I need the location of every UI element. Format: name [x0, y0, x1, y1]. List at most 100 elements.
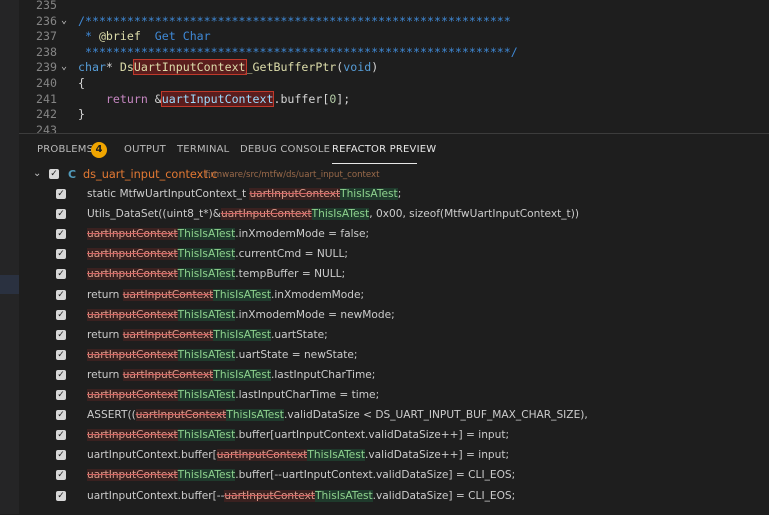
refactor-change-row[interactable]: ✓ uartInputContextThisIsATest.buffer[--ua…: [19, 466, 769, 486]
change-checkbox[interactable]: ✓: [56, 390, 66, 400]
code-text: * @brief Get Char: [78, 28, 211, 44]
refactor-change-row[interactable]: ✓ uartInputContext.buffer[--uartInputCont…: [19, 487, 769, 507]
refactor-change-row[interactable]: ✓ return uartInputContextThisIsATest.uart…: [19, 326, 769, 346]
refactor-change-row[interactable]: ✓ ASSERT((uartInputContextThisIsATest.val…: [19, 406, 769, 426]
refactor-change-row[interactable]: ✓ uartInputContextThisIsATest.uartState =…: [19, 346, 769, 366]
code-editor[interactable]: 235 236 ⌄ /********************************…: [19, 0, 769, 133]
removed-text: uartInputContext: [249, 188, 341, 200]
change-text: uartInputContextThisIsATest.tempBuffer =…: [87, 268, 346, 281]
change-checkbox[interactable]: ✓: [56, 369, 66, 380]
change-text: uartInputContextThisIsATest.buffer[uartI…: [87, 429, 510, 442]
inserted-text: ThisIsATest: [177, 228, 236, 241]
unchanged-text: .tempBuffer = NULL;: [235, 268, 346, 281]
inserted-text: ThisIsATest: [177, 308, 236, 321]
inserted-text: ThisIsATest: [307, 449, 365, 462]
code-token: uartInputContext: [160, 90, 275, 107]
tab-refactor-preview[interactable]: REFACTOR PREVIEW: [332, 144, 436, 155]
inserted-text: ThisIsATest: [213, 328, 271, 341]
code-token: ];: [336, 91, 351, 106]
change-checkbox[interactable]: ✓: [56, 329, 66, 340]
unchanged-text: return: [87, 328, 123, 341]
code-token: {: [78, 76, 85, 90]
chevron-down-icon[interactable]: ⌄: [33, 168, 41, 179]
code-text: }: [78, 106, 85, 122]
unchanged-text: .inXmodemMode = newMode;: [235, 308, 395, 321]
unchanged-text: .buffer[--uartInputContext.validDataSize…: [235, 469, 516, 482]
change-checkbox[interactable]: ✓: [56, 189, 66, 199]
removed-text: uartInputContext: [87, 248, 178, 261]
refactor-change-row[interactable]: ✓ static MtfwUartInputContext_t uartInput…: [19, 185, 769, 205]
file-tree-item[interactable]: ⌄ ✓ C ds_uart_input_context.c firmware/s…: [19, 166, 769, 184]
inserted-text: ThisIsATest: [177, 268, 236, 281]
change-checkbox[interactable]: ✓: [56, 410, 66, 421]
removed-text: uartInputContext: [135, 409, 227, 422]
change-checkbox[interactable]: ✓: [56, 289, 66, 300]
line-number: 243: [36, 122, 57, 133]
change-text: Utils_DataSet((uint8_t*)&uartInputContex…: [87, 208, 579, 221]
inserted-text: ThisIsATest: [177, 348, 236, 361]
change-text: uartInputContextThisIsATest.currentCmd =…: [87, 248, 348, 261]
line-number: 235: [36, 0, 57, 12]
unchanged-text: ;: [397, 188, 402, 200]
code-token: ): [371, 60, 379, 75]
inserted-text: ThisIsATest: [177, 429, 236, 442]
refactor-change-row[interactable]: ✓ Utils_DataSet((uint8_t*)&uartInputConte…: [19, 205, 769, 225]
change-text: static MtfwUartInputContext_t uartInputC…: [87, 188, 401, 200]
unchanged-text: .validDataSize] = CLI_EOS;: [372, 489, 516, 502]
tab-terminal[interactable]: TERMINAL: [177, 144, 229, 155]
line-number: 241: [36, 91, 57, 106]
code-token: &: [147, 91, 162, 106]
inserted-text: ThisIsATest: [340, 188, 398, 200]
change-text: uartInputContextThisIsATest.buffer[--uar…: [87, 469, 516, 482]
refactor-change-row[interactable]: ✓ uartInputContextThisIsATest.lastInputCh…: [19, 386, 769, 406]
tab-problems[interactable]: PROBLEMS: [37, 144, 93, 155]
code-token: return: [105, 91, 148, 106]
unchanged-text: .validDataSize++] = input;: [365, 449, 510, 462]
change-checkbox[interactable]: ✓: [56, 450, 66, 461]
unchanged-text: .currentCmd = NULL;: [235, 248, 348, 261]
change-checkbox[interactable]: ✓: [56, 229, 66, 240]
change-checkbox[interactable]: ✓: [56, 430, 66, 441]
unchanged-text: .inXmodemMode;: [271, 288, 365, 301]
inserted-text: ThisIsATest: [226, 409, 284, 422]
file-checkbox[interactable]: ✓: [49, 169, 59, 179]
change-checkbox[interactable]: ✓: [56, 309, 66, 320]
change-checkbox[interactable]: ✓: [56, 490, 66, 501]
code-text: /***************************************…: [78, 13, 511, 29]
refactor-change-row[interactable]: ✓ uartInputContextThisIsATest.inXmodemMod…: [19, 225, 769, 245]
change-checkbox[interactable]: ✓: [56, 470, 66, 481]
code-text: return &uartInputContext.buffer[0];: [78, 90, 351, 107]
unchanged-text: .buffer[uartInputContext.validDataSize++…: [235, 429, 510, 442]
unchanged-text: .uartState;: [271, 328, 328, 341]
code-token: .buffer[: [273, 91, 330, 106]
change-text: return uartInputContextThisIsATest.lastI…: [87, 368, 375, 381]
refactor-change-row[interactable]: ✓ uartInputContextThisIsATest.tempBuffer …: [19, 265, 769, 285]
change-checkbox[interactable]: ✓: [56, 249, 66, 260]
removed-text: uartInputContext: [122, 288, 214, 301]
unchanged-text: static MtfwUartInputContext_t: [87, 188, 250, 200]
removed-text: uartInputContext: [216, 449, 308, 462]
fold-chevron-icon[interactable]: ⌄: [61, 13, 71, 29]
change-checkbox[interactable]: ✓: [56, 349, 66, 360]
code-token: UartInputContext: [132, 59, 247, 76]
unchanged-text: .lastInputCharTime = time;: [235, 389, 380, 401]
tab-debug-console[interactable]: DEBUG CONSOLE: [240, 144, 330, 155]
change-checkbox[interactable]: ✓: [56, 209, 66, 220]
refactor-change-row[interactable]: ✓ return uartInputContextThisIsATest.last…: [19, 366, 769, 386]
change-checkbox[interactable]: ✓: [56, 269, 66, 280]
unchanged-text: return: [87, 288, 123, 301]
refactor-change-row[interactable]: ✓ uartInputContext.buffer[uartInputContex…: [19, 446, 769, 466]
code-text: {: [78, 75, 85, 91]
unchanged-text: , 0x00, sizeof(MtfwUartInputContext_t)): [369, 208, 579, 221]
refactor-change-row[interactable]: ✓ uartInputContextThisIsATest.buffer[uart…: [19, 426, 769, 446]
fold-chevron-icon[interactable]: ⌄: [61, 59, 71, 75]
line-number: 236: [36, 13, 57, 28]
inserted-text: ThisIsATest: [177, 469, 236, 482]
problems-count-badge: 4: [91, 142, 107, 158]
refactor-change-row[interactable]: ✓ uartInputContextThisIsATest.currentCmd …: [19, 245, 769, 265]
unchanged-text: ASSERT((: [87, 409, 136, 422]
code-token: ****************************************…: [78, 44, 518, 59]
tab-output[interactable]: OUTPUT: [124, 144, 166, 155]
refactor-change-row[interactable]: ✓ uartInputContextThisIsATest.inXmodemMod…: [19, 306, 769, 326]
refactor-change-row[interactable]: ✓ return uartInputContextThisIsATest.inXm…: [19, 286, 769, 306]
